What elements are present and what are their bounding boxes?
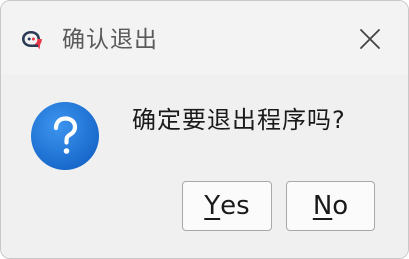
close-button[interactable]: [352, 23, 388, 59]
title-bar: 确认退出: [1, 1, 408, 75]
yes-button-mnemonic: Y: [204, 191, 221, 221]
no-button[interactable]: No: [286, 181, 375, 231]
dialog-body: 确定要退出程序吗? Yes No: [1, 75, 408, 258]
yes-button-label: es: [220, 191, 250, 221]
close-icon: [358, 27, 382, 55]
chat-bubble-icon: [20, 29, 48, 51]
dialog-message: 确定要退出程序吗?: [132, 106, 346, 134]
question-icon: [29, 100, 101, 172]
yes-button[interactable]: Yes: [182, 181, 272, 231]
no-button-mnemonic: N: [312, 191, 333, 221]
no-button-label: o: [332, 191, 349, 221]
confirm-exit-dialog: 确认退出 确定要退出程序吗? Y es N o: [0, 0, 409, 259]
window-title: 确认退出: [62, 27, 158, 53]
